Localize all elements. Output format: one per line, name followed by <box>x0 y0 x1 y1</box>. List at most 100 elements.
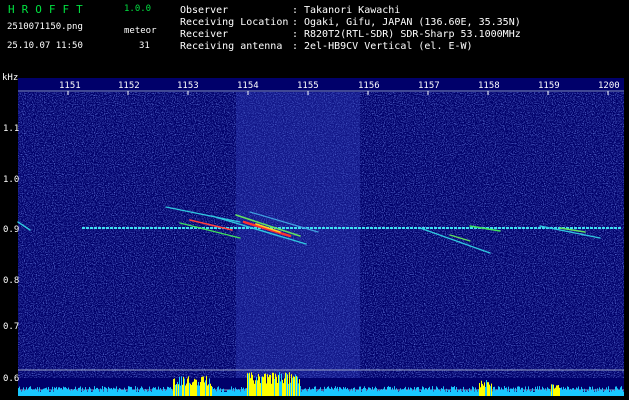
level-bar <box>273 372 274 396</box>
level-bar <box>320 387 321 396</box>
level-bar <box>569 389 570 396</box>
level-bar <box>125 390 126 396</box>
level-bar <box>373 390 374 396</box>
level-bar <box>523 391 524 396</box>
level-bar <box>175 384 176 396</box>
level-bar <box>152 388 153 396</box>
level-bar <box>141 386 142 396</box>
level-bar <box>580 389 581 396</box>
level-bar <box>190 383 191 396</box>
level-bar <box>368 387 369 396</box>
level-bar <box>290 382 291 396</box>
level-bar <box>586 391 587 396</box>
level-bar <box>376 388 377 396</box>
level-bar <box>120 388 121 396</box>
level-bar <box>244 390 245 396</box>
level-bar <box>207 385 208 396</box>
level-bar <box>542 386 543 396</box>
level-bar <box>339 387 340 396</box>
level-bar <box>163 386 164 396</box>
level-bar <box>35 388 36 396</box>
level-bar <box>347 387 348 396</box>
level-bar <box>614 390 615 396</box>
level-bar <box>591 389 592 396</box>
level-bar <box>260 383 261 396</box>
level-bar <box>500 390 501 396</box>
level-bar <box>201 377 202 396</box>
level-bar <box>573 388 574 396</box>
level-bar <box>57 389 58 396</box>
level-bar <box>396 388 397 396</box>
level-bar <box>367 390 368 396</box>
level-bar <box>228 389 229 396</box>
level-bar <box>451 386 452 396</box>
level-bar <box>617 388 618 396</box>
level-bar <box>90 388 91 396</box>
level-bar <box>176 384 177 396</box>
level-bar <box>25 390 26 396</box>
level-bar <box>300 386 301 396</box>
level-bar <box>564 388 565 396</box>
level-bar <box>329 388 330 396</box>
level-bar <box>429 386 430 396</box>
level-bar <box>246 388 247 396</box>
level-bar <box>507 391 508 396</box>
level-bar <box>435 389 436 396</box>
level-bar <box>520 389 521 396</box>
level-bar <box>312 388 313 396</box>
level-bar <box>263 377 264 396</box>
level-bar <box>485 386 486 396</box>
level-bar <box>389 387 390 396</box>
level-bar <box>237 389 238 396</box>
level-bar <box>473 387 474 396</box>
level-bar <box>496 389 497 396</box>
level-bar <box>304 388 305 396</box>
level-bar <box>600 389 601 396</box>
level-bar <box>81 391 82 396</box>
level-bar <box>49 391 50 396</box>
level-bar <box>382 390 383 396</box>
level-bar <box>605 390 606 396</box>
level-bar <box>589 386 590 396</box>
level-bar <box>221 391 222 396</box>
level-bar <box>393 390 394 396</box>
level-bar <box>418 387 419 396</box>
level-bar <box>505 388 506 396</box>
level-bar <box>534 391 535 396</box>
level-bar <box>289 372 290 396</box>
level-bar <box>287 374 288 396</box>
level-bar <box>126 391 127 396</box>
level-bar <box>384 386 385 396</box>
level-bar <box>602 387 603 396</box>
level-bar <box>94 386 95 396</box>
level-bar <box>303 389 304 396</box>
level-bar <box>543 388 544 396</box>
level-bar <box>431 389 432 396</box>
level-bar <box>275 373 276 396</box>
level-bar <box>535 386 536 396</box>
level-bar <box>271 383 272 396</box>
level-bar <box>138 391 139 396</box>
level-bar <box>489 384 490 396</box>
level-bar <box>252 374 253 396</box>
level-bar <box>538 390 539 396</box>
level-bar <box>75 386 76 396</box>
level-bar <box>133 389 134 396</box>
level-bar <box>387 386 388 396</box>
level-bar <box>129 386 130 396</box>
level-bar <box>352 390 353 396</box>
level-bar <box>257 380 258 396</box>
level-bar <box>597 388 598 396</box>
level-bar <box>494 386 495 396</box>
level-bar <box>529 390 530 396</box>
level-bar <box>78 387 79 396</box>
y-tick-label: 0.6 <box>3 374 20 384</box>
level-bar <box>554 388 555 396</box>
level-bar <box>160 388 161 396</box>
level-bar <box>23 387 24 396</box>
level-bar <box>30 386 31 396</box>
x-tick-label: 1152 <box>118 81 140 91</box>
level-bar <box>353 387 354 396</box>
level-bar <box>307 391 308 396</box>
level-bar <box>518 386 519 396</box>
